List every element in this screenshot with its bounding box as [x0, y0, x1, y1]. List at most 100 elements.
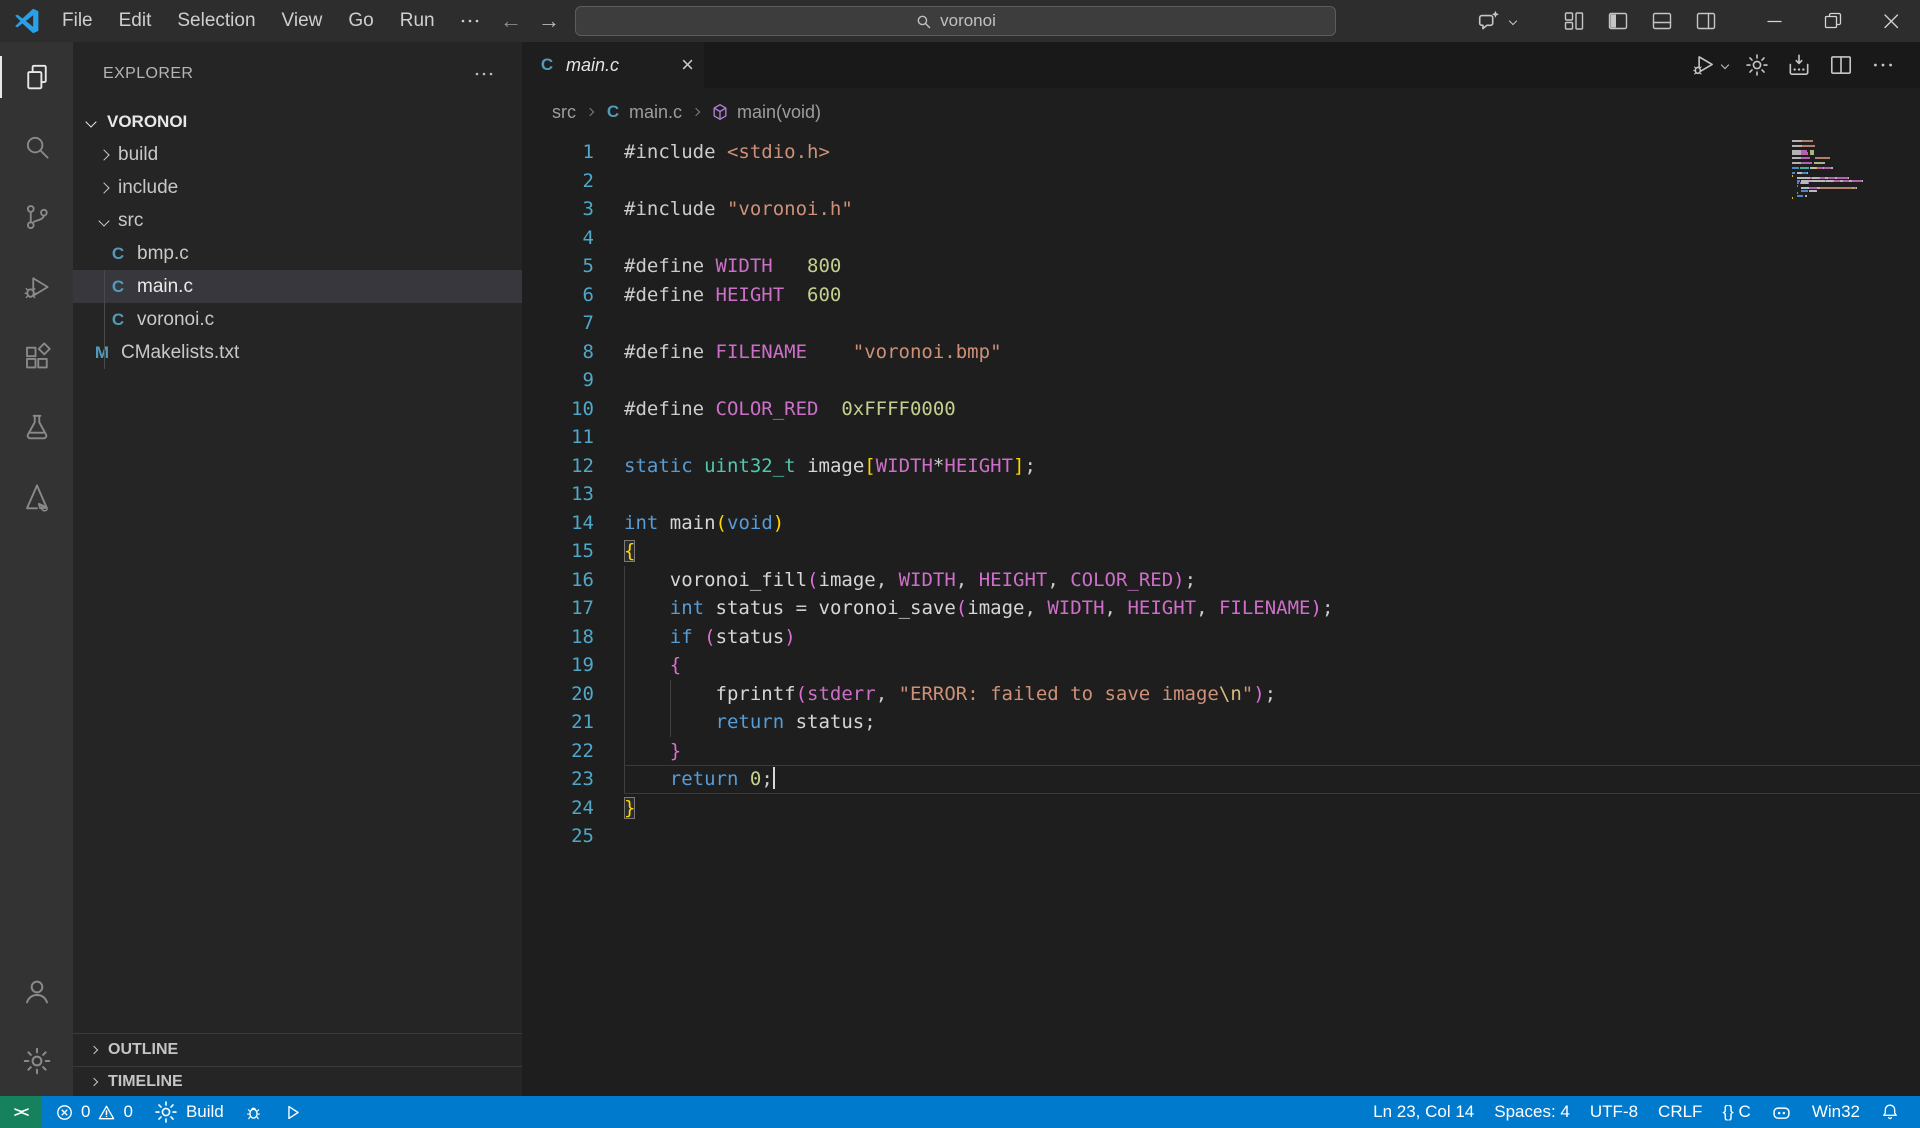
code-line-1[interactable]: 1#include <stdio.h>	[522, 138, 1920, 167]
window-minimize-button[interactable]	[1746, 0, 1804, 42]
code-line-20[interactable]: 20 fprintf(stderr, "ERROR: failed to sav…	[522, 680, 1920, 709]
tab-close-icon[interactable]: ×	[681, 54, 694, 76]
activity-cmake[interactable]	[0, 462, 73, 532]
code-line-4[interactable]: 4	[522, 224, 1920, 253]
line-number-17[interactable]: 17	[522, 594, 594, 623]
code-line-11[interactable]: 11	[522, 423, 1920, 452]
command-center-search[interactable]: voronoi	[575, 6, 1336, 36]
menu-file[interactable]: File	[49, 0, 106, 42]
window-restore-button[interactable]	[1804, 0, 1862, 42]
line-number-6[interactable]: 6	[522, 281, 594, 310]
breadcrumb-item-2[interactable]: Cmain.c	[604, 102, 682, 123]
menu-go[interactable]: Go	[335, 0, 386, 42]
tab-main-c[interactable]: C main.c ×	[522, 42, 704, 88]
layout-customize-icon[interactable]	[1552, 0, 1596, 42]
line-number-3[interactable]: 3	[522, 195, 594, 224]
tree-folder-build[interactable]: build	[73, 138, 522, 171]
line-number-2[interactable]: 2	[522, 167, 594, 196]
status-cursor-position[interactable]: Ln 23, Col 14	[1363, 1102, 1484, 1122]
menu-view[interactable]: View	[269, 0, 336, 42]
breadcrumb-item-3[interactable]: main(void)	[710, 102, 821, 123]
code-line-13[interactable]: 13	[522, 480, 1920, 509]
minimap[interactable]	[1792, 140, 1874, 202]
tree-file-voronoi-c[interactable]: Cvoronoi.c	[73, 303, 522, 336]
forward-arrow-icon[interactable]: →	[538, 8, 560, 34]
code-line-25[interactable]: 25	[522, 822, 1920, 851]
section-outline[interactable]: OUTLINE	[73, 1033, 522, 1066]
activity-source-control[interactable]	[0, 182, 73, 252]
load-output-icon[interactable]	[1778, 52, 1820, 78]
line-number-22[interactable]: 22	[522, 737, 594, 766]
code-line-10[interactable]: 10#define COLOR_RED 0xFFFF0000	[522, 395, 1920, 424]
code-line-17[interactable]: 17 int status = voronoi_save(image, WIDT…	[522, 594, 1920, 623]
activity-accounts[interactable]	[0, 956, 73, 1026]
line-number-21[interactable]: 21	[522, 708, 594, 737]
code-line-9[interactable]: 9	[522, 366, 1920, 395]
code-line-16[interactable]: 16 voronoi_fill(image, WIDTH, HEIGHT, CO…	[522, 566, 1920, 595]
line-number-25[interactable]: 25	[522, 822, 594, 851]
line-number-9[interactable]: 9	[522, 366, 594, 395]
status-build-button[interactable]: Build	[143, 1099, 234, 1125]
code-line-8[interactable]: 8#define FILENAME "voronoi.bmp"	[522, 338, 1920, 367]
status-run-button[interactable]	[273, 1103, 312, 1122]
code-line-21[interactable]: 21 return status;	[522, 708, 1920, 737]
status-debug-button[interactable]	[234, 1103, 273, 1122]
code-line-2[interactable]: 2	[522, 167, 1920, 196]
line-number-19[interactable]: 19	[522, 651, 594, 680]
status-eol[interactable]: CRLF	[1648, 1102, 1712, 1122]
activity-testing[interactable]	[0, 392, 73, 462]
copilot-chat-icon[interactable]	[1467, 0, 1526, 42]
code-line-12[interactable]: 12static uint32_t image[WIDTH*HEIGHT];	[522, 452, 1920, 481]
line-number-7[interactable]: 7	[522, 309, 594, 338]
line-number-18[interactable]: 18	[522, 623, 594, 652]
status-notifications[interactable]	[1870, 1102, 1910, 1122]
code-line-5[interactable]: 5#define WIDTH 800	[522, 252, 1920, 281]
line-number-24[interactable]: 24	[522, 794, 594, 823]
menu-selection[interactable]: Selection	[164, 0, 268, 42]
line-number-10[interactable]: 10	[522, 395, 594, 424]
code-line-19[interactable]: 19 {	[522, 651, 1920, 680]
status-language-mode[interactable]: {} C	[1712, 1102, 1760, 1122]
line-number-16[interactable]: 16	[522, 566, 594, 595]
tree-file-main-c[interactable]: Cmain.c	[73, 270, 522, 303]
code-line-24[interactable]: 24}	[522, 794, 1920, 823]
line-number-15[interactable]: 15	[522, 537, 594, 566]
code-line-14[interactable]: 14int main(void)	[522, 509, 1920, 538]
breadcrumb-item-1[interactable]: src	[552, 102, 576, 123]
line-number-5[interactable]: 5	[522, 252, 594, 281]
tree-folder-src[interactable]: src	[73, 204, 522, 237]
activity-run-debug[interactable]	[0, 252, 73, 322]
line-number-8[interactable]: 8	[522, 338, 594, 367]
menu-run[interactable]: Run	[387, 0, 448, 42]
status-platform[interactable]: Win32	[1802, 1102, 1870, 1122]
line-number-12[interactable]: 12	[522, 452, 594, 481]
line-number-13[interactable]: 13	[522, 480, 594, 509]
explorer-more-icon[interactable]	[472, 62, 496, 86]
debug-run-icon[interactable]	[1683, 52, 1736, 78]
line-number-1[interactable]: 1	[522, 138, 594, 167]
code-line-7[interactable]: 7	[522, 309, 1920, 338]
status-copilot[interactable]	[1761, 1102, 1802, 1123]
section-timeline[interactable]: TIMELINE	[73, 1066, 522, 1096]
code-line-18[interactable]: 18 if (status)	[522, 623, 1920, 652]
code-line-15[interactable]: 15{	[522, 537, 1920, 566]
window-close-button[interactable]	[1862, 0, 1920, 42]
tree-file-CMakelists-txt[interactable]: MCMakelists.txt	[73, 336, 522, 369]
line-number-20[interactable]: 20	[522, 680, 594, 709]
toggle-sidebar-left-icon[interactable]	[1596, 0, 1640, 42]
more-actions-icon[interactable]	[1862, 52, 1904, 78]
activity-explorer[interactable]	[0, 42, 73, 112]
back-arrow-icon[interactable]: ←	[500, 8, 522, 34]
code-area[interactable]: 1#include <stdio.h>23#include "voronoi.h…	[522, 136, 1920, 1096]
split-editor-icon[interactable]	[1820, 52, 1862, 78]
activity-extensions[interactable]	[0, 322, 73, 392]
status-indentation[interactable]: Spaces: 4	[1484, 1102, 1580, 1122]
settings-gear-icon[interactable]	[1736, 52, 1778, 78]
tree-folder-include[interactable]: include	[73, 171, 522, 204]
line-number-23[interactable]: 23	[522, 765, 594, 794]
activity-search[interactable]	[0, 112, 73, 182]
code-line-22[interactable]: 22 }	[522, 737, 1920, 766]
line-number-4[interactable]: 4	[522, 224, 594, 253]
status-encoding[interactable]: UTF-8	[1580, 1102, 1648, 1122]
tree-file-bmp-c[interactable]: Cbmp.c	[73, 237, 522, 270]
